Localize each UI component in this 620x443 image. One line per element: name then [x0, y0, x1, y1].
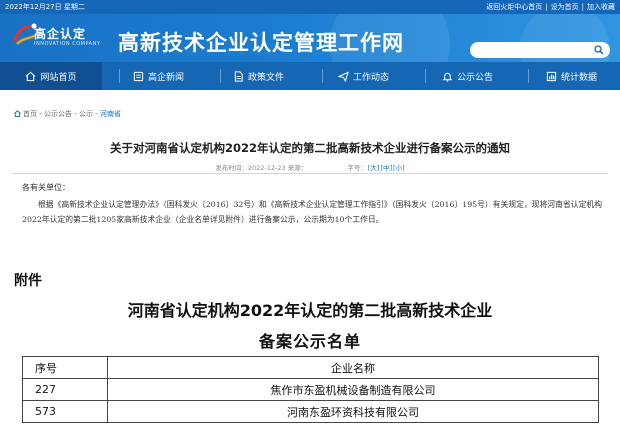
nav-divider [425, 69, 426, 83]
back-to-torch-center-link[interactable]: 返回火炬中心首页 [486, 3, 542, 11]
current-date: 2022年12月27日 星期二 [5, 3, 85, 11]
main-nav: 网站首页 高企新闻 政策文件 工作动态 公示公告 统计数据 [0, 62, 620, 90]
nav-item-statistics[interactable]: 统计数据 [546, 62, 597, 90]
nav-divider [322, 69, 323, 83]
search-icon[interactable] [594, 45, 604, 55]
divider [12, 173, 608, 174]
column-header-company: 企业名称 [107, 356, 599, 379]
set-homepage-link[interactable]: 设为首页 [551, 3, 579, 11]
nav-divider [528, 69, 529, 83]
breadcrumb-item-henan[interactable]: 河南省 [100, 110, 121, 118]
separator: | [581, 3, 584, 11]
site-header: 高企认定 INNOVATION COMPANY 高新技术企业认定管理工作网 [0, 14, 620, 62]
nav-divider [220, 69, 221, 83]
nav-item-home[interactable]: 网站首页 [0, 62, 102, 90]
nav-item-work[interactable]: 工作动态 [338, 62, 389, 90]
nav-item-news[interactable]: 高企新闻 [133, 62, 184, 90]
attachment-title: 河南省认定机构2022年认定的第二批高新技术企业 [127, 301, 493, 320]
breadcrumb-item-announcements[interactable]: 公示公告 [44, 110, 72, 118]
nav-label: 网站首页 [40, 72, 77, 83]
company-name: 河南东盈环资科技有限公司 [107, 400, 599, 423]
attachment-label: 附件 [14, 273, 42, 289]
nav-label: 公示公告 [457, 72, 494, 83]
add-favorite-link[interactable]: 加入收藏 [587, 3, 615, 11]
top-bar: 2022年12月27日 星期二 返回火炬中心首页 | 设为首页 | 加入收藏 [0, 0, 620, 14]
logo-name: 高企认定 [34, 27, 87, 41]
table-row: 227 焦作市东盈机械设备制造有限公司 [22, 378, 599, 401]
breadcrumb-separator: - [71, 110, 79, 118]
home-icon [14, 110, 21, 117]
chart-icon [546, 71, 557, 81]
publish-info: 发布时间：2022-12-23 来源： [215, 164, 308, 172]
nav-label: 政策文件 [248, 72, 285, 83]
article-meta: 发布时间：2022-12-23 来源： 字号：[大][中][小] [0, 162, 620, 172]
nav-label: 工作动态 [353, 72, 390, 83]
breadcrumb: 首页 - 公示公告 - 公示 - 河南省 [14, 109, 121, 119]
font-size-small[interactable]: [小] [393, 164, 405, 172]
breadcrumb-item-publicity[interactable]: 公示 [79, 110, 93, 118]
bell-icon [442, 72, 453, 82]
article-title: 关于对河南省认定机构2022年认定的第二批高新技术企业进行备案公示的通知 [109, 141, 510, 155]
breadcrumb-separator: - [92, 110, 100, 118]
home-icon [26, 71, 36, 81]
row-number: 573 [22, 400, 108, 423]
attachment-subtitle: 备案公示名单 [258, 332, 361, 351]
column-header-number: 序号 [22, 356, 108, 379]
search-box[interactable] [470, 42, 610, 58]
site-logo[interactable]: 高企认定 INNOVATION COMPANY [12, 19, 112, 57]
nav-item-notice[interactable]: 公示公告 [442, 62, 493, 90]
document-icon [234, 70, 243, 82]
article-salutation: 各有关单位： [22, 183, 70, 192]
top-links: 返回火炬中心首页 | 设为首页 | 加入收藏 [486, 2, 615, 12]
font-size-large[interactable]: [大] [368, 164, 380, 172]
font-size-medium[interactable]: [中] [380, 164, 392, 172]
company-name: 焦作市东盈机械设备制造有限公司 [107, 378, 599, 401]
company-table: 序号 企业名称 227 焦作市东盈机械设备制造有限公司 573 河南东盈环资科技… [22, 356, 599, 423]
nav-label: 统计数据 [561, 72, 598, 83]
breadcrumb-item-home[interactable]: 首页 [23, 110, 37, 118]
nav-label: 高企新闻 [148, 72, 185, 83]
nav-divider [119, 69, 120, 83]
news-icon [133, 71, 144, 81]
separator: | [545, 3, 548, 11]
table-header-row: 序号 企业名称 [22, 356, 599, 379]
font-size-label: 字号： [347, 164, 367, 172]
row-number: 227 [22, 378, 108, 401]
nav-item-policy[interactable]: 政策文件 [233, 62, 284, 90]
breadcrumb-separator: - [37, 110, 44, 118]
site-title: 高新技术企业认定管理工作网 [118, 31, 404, 55]
logo-subtitle: INNOVATION COMPANY [34, 41, 101, 47]
send-icon [338, 70, 349, 82]
article-body: 根据《高新技术企业认定管理办法》（国科发火〔2016〕32号）和《高新技术企业认… [22, 200, 602, 224]
table-row: 573 河南东盈环资科技有限公司 [22, 400, 599, 423]
